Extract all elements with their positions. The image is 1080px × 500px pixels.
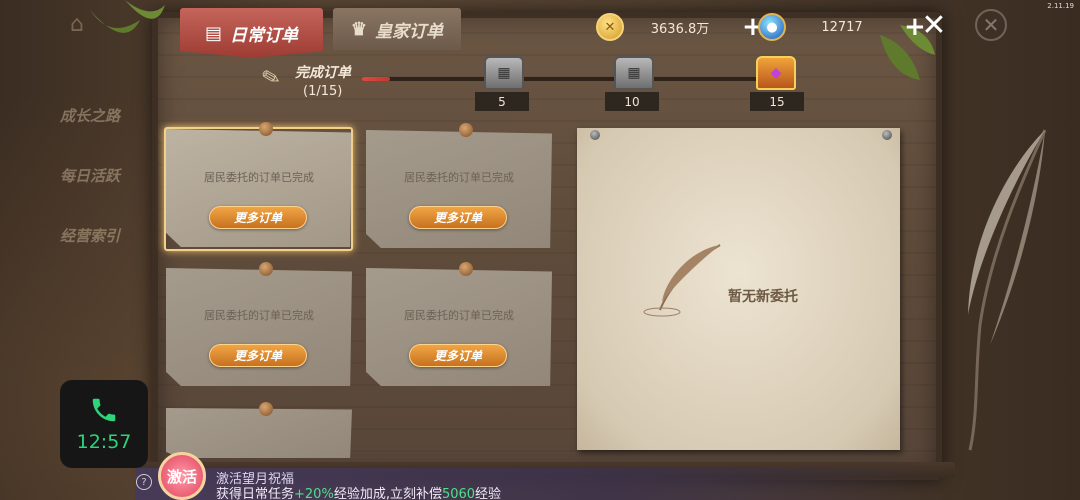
chest-10-icon[interactable]: ▦ — [614, 56, 654, 90]
banner-desc-mid: 经验加成,立刻补偿 — [333, 487, 442, 500]
banner-exp-amount: 5060 — [441, 487, 476, 500]
order-card-2[interactable]: 居民委托的订单已完成 更多订单 — [366, 130, 552, 248]
crown-icon: ♛ — [350, 18, 368, 40]
nail-icon — [590, 130, 600, 140]
gold-amount: 3636.8万 — [650, 21, 710, 37]
clipboard-icon: ▤ — [204, 22, 222, 44]
tab-daily-label: 日常订单 — [230, 25, 298, 46]
activate-badge[interactable]: 激活 — [158, 452, 206, 500]
progress-track — [362, 77, 782, 81]
milestone-15: 15 — [750, 92, 804, 111]
quill-icon — [643, 244, 721, 317]
more-orders-button[interactable]: 更多订单 — [209, 344, 307, 367]
empty-request-text: 暂无新委托 — [728, 289, 798, 305]
tab-daily-orders[interactable]: ▤ 日常订单 — [180, 8, 323, 58]
pin-icon — [259, 262, 273, 276]
tab-royal-label: 皇家订单 — [375, 21, 444, 42]
order-card-1[interactable]: 居民委托的订单已完成 更多订单 — [166, 129, 352, 247]
phone-icon — [92, 398, 116, 422]
gold-currency: ✕ 3636.8万 + — [596, 12, 764, 42]
order-status-text: 居民委托的订单已完成 — [204, 309, 314, 322]
banner-desc-suffix: 经验 — [475, 487, 502, 500]
milestone-5: 5 — [475, 92, 529, 111]
progress-fill — [362, 77, 391, 81]
order-card-4[interactable]: 居民委托的订单已完成 更多订单 — [366, 268, 552, 386]
nail-icon — [882, 130, 892, 140]
tab-royal-orders[interactable]: ♛ 皇家订单 — [333, 8, 461, 50]
milestone-10: 10 — [605, 92, 659, 111]
close-button[interactable]: ✕ — [917, 8, 951, 43]
call-duration: 12:57 — [76, 431, 132, 453]
pin-icon — [459, 123, 473, 137]
banner-bonus: +20% — [294, 487, 334, 500]
gem-amount: 12717 — [821, 19, 863, 35]
more-orders-button[interactable]: 更多订单 — [209, 206, 307, 229]
gold-coin-icon: ✕ — [596, 13, 624, 41]
gem-currency: ● 12717 + — [758, 12, 926, 42]
vine-leaf-icon — [90, 0, 165, 33]
secondary-close-icon[interactable]: ✕ — [975, 9, 1007, 41]
feather-decoration-icon — [968, 129, 1047, 451]
pin-icon — [459, 262, 473, 276]
more-orders-button[interactable]: 更多订单 — [409, 344, 507, 367]
pin-icon — [259, 402, 273, 416]
chest-15-icon[interactable]: ◆ — [756, 56, 796, 90]
order-status-text: 居民委托的订单已完成 — [404, 171, 514, 184]
version-label: 2.11.19 — [1047, 2, 1074, 10]
progress-count: (1/15) — [303, 84, 343, 99]
help-icon[interactable]: ? — [136, 474, 152, 490]
banner-desc-prefix: 获得日常任务 — [216, 487, 295, 500]
call-widget[interactable]: 12:57 — [60, 380, 148, 468]
more-orders-button[interactable]: 更多订单 — [409, 206, 507, 229]
banner-description: 获得日常任务+20%经验加成,立刻补偿5060经验 — [216, 483, 501, 500]
pin-icon — [259, 122, 273, 136]
order-status-text: 居民委托的订单已完成 — [204, 171, 314, 184]
gem-icon: ● — [758, 13, 786, 41]
progress-label: 完成订单 — [295, 65, 351, 81]
chest-5-icon[interactable]: ▦ — [484, 56, 524, 90]
order-card-3[interactable]: 居民委托的订单已完成 更多订单 — [166, 268, 352, 386]
order-status-text: 居民委托的订单已完成 — [404, 309, 514, 322]
order-card-5[interactable] — [166, 408, 352, 458]
